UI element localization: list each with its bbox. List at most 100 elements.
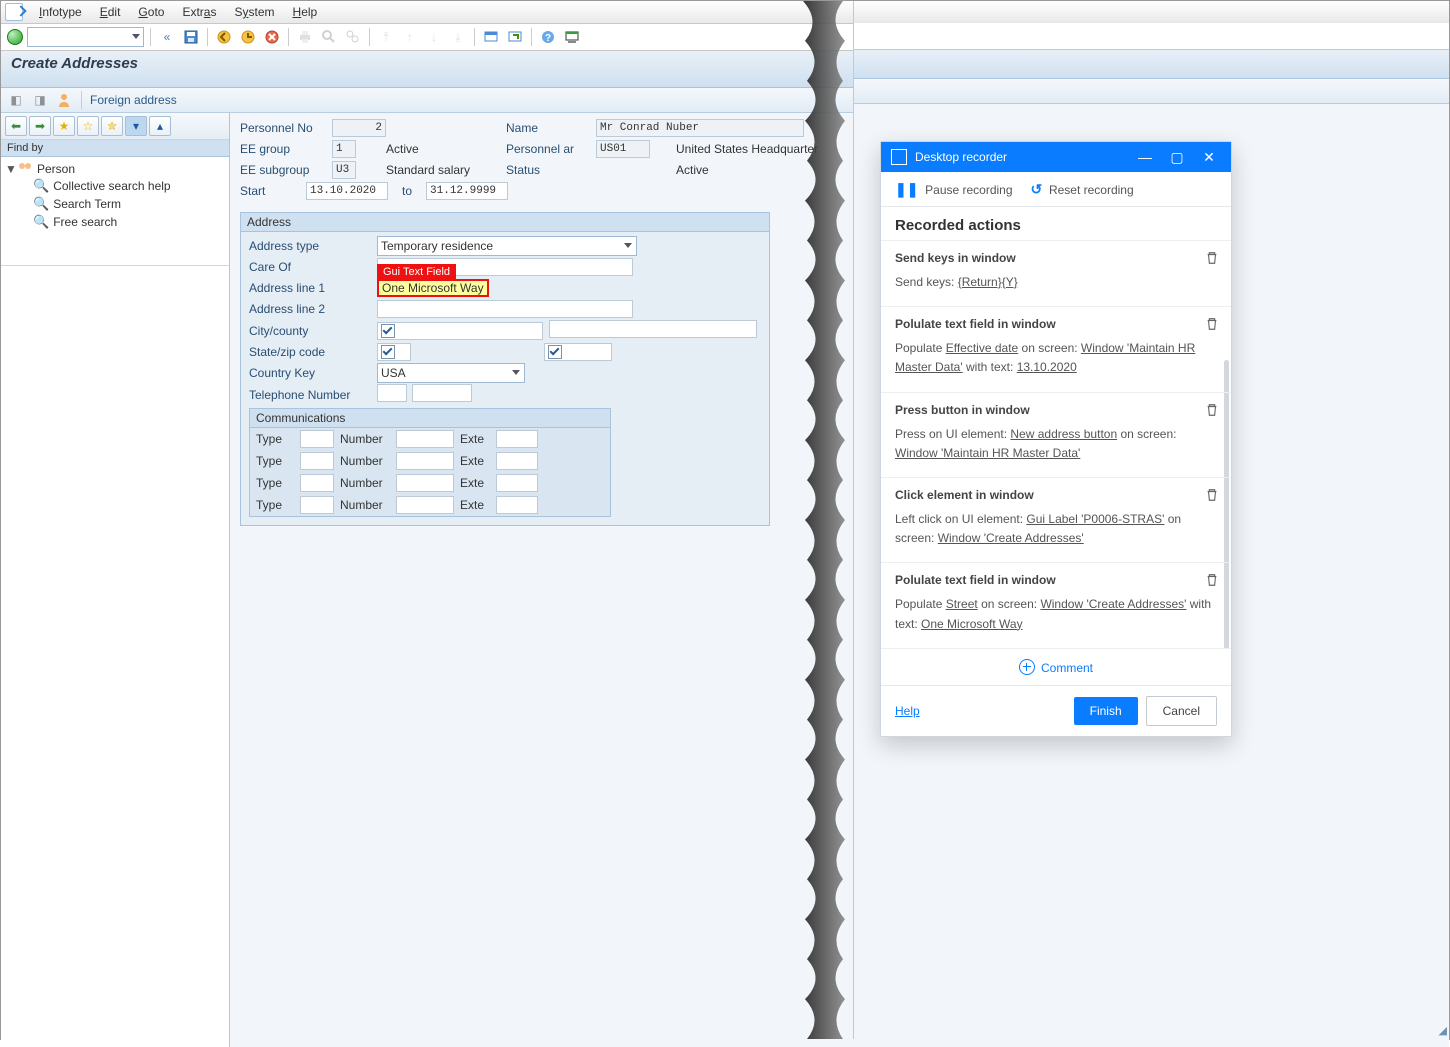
menu-extras[interactable]: Extras — [174, 3, 224, 21]
collapse-toggle-icon[interactable]: ▼ — [5, 162, 15, 176]
person-icon[interactable] — [55, 91, 73, 109]
zip-input[interactable] — [544, 343, 612, 361]
action-link[interactable]: Gui Label 'P0006-STRAS' — [1026, 512, 1164, 526]
prev-page-icon[interactable]: ↑ — [400, 27, 420, 47]
delete-action-button[interactable] — [1205, 488, 1219, 505]
find-next-icon[interactable] — [343, 27, 363, 47]
help-link[interactable]: Help — [895, 704, 920, 718]
exit-icon[interactable] — [238, 27, 258, 47]
action-link[interactable]: 13.10.2020 — [1017, 360, 1077, 374]
action-link[interactable]: One Microsoft Way — [921, 617, 1023, 631]
menu-infotype[interactable]: Infotype — [31, 3, 90, 21]
shortcut-icon[interactable] — [505, 27, 525, 47]
state-input[interactable] — [377, 343, 411, 361]
county-input[interactable] — [549, 320, 757, 338]
print-icon[interactable] — [295, 27, 315, 47]
tel-prefix-input[interactable] — [377, 384, 407, 402]
action-link[interactable]: Street — [946, 597, 978, 611]
comm-exte-input[interactable] — [496, 474, 538, 492]
comm-number-input[interactable] — [396, 496, 454, 514]
action-link[interactable]: Window 'Create Addresses' — [1040, 597, 1186, 611]
comm-row: TypeNumberExte — [250, 450, 610, 472]
action-link[interactable]: {Return}{Y} — [958, 275, 1018, 289]
nav-back-icon[interactable]: ⬅ — [5, 116, 27, 136]
comm-type-input[interactable] — [300, 430, 334, 448]
comm-type-input[interactable] — [300, 474, 334, 492]
comm-number-input[interactable] — [396, 452, 454, 470]
address-type-value: Temporary residence — [381, 239, 493, 253]
menu-goto[interactable]: Goto — [130, 3, 172, 21]
reset-icon[interactable]: ↺ — [1031, 181, 1043, 197]
action-link[interactable]: Window 'Create Addresses' — [938, 531, 1084, 545]
new-session-icon[interactable] — [481, 27, 501, 47]
fav-add-icon[interactable]: ★ — [53, 116, 75, 136]
comm-exte-label: Exte — [460, 432, 490, 446]
tree-search-term[interactable]: 🔍 Search Term — [5, 195, 225, 213]
help-icon[interactable]: ? — [538, 27, 558, 47]
foreign-address-link[interactable]: Foreign address — [90, 93, 177, 107]
action-link[interactable]: New address button — [1010, 427, 1117, 441]
resize-grip-icon[interactable]: ◢ — [1439, 1024, 1447, 1037]
find-icon[interactable] — [319, 27, 339, 47]
recorder-close-icon[interactable]: ✕ — [1197, 149, 1221, 166]
save-icon[interactable] — [181, 27, 201, 47]
last-page-icon[interactable]: ⤓ — [448, 27, 468, 47]
delete-action-button[interactable] — [1205, 251, 1219, 268]
pause-label[interactable]: Pause recording — [925, 183, 1012, 197]
ok-icon[interactable] — [7, 29, 23, 45]
command-field[interactable] — [27, 27, 144, 47]
tree-free-search[interactable]: 🔍 Free search — [5, 213, 225, 231]
next-record-icon[interactable]: ◨ — [31, 91, 49, 109]
address-type-select[interactable]: Temporary residence — [377, 236, 637, 256]
tree-person[interactable]: ▼ Person — [5, 161, 225, 177]
comm-exte-input[interactable] — [496, 452, 538, 470]
back-double-icon[interactable]: « — [157, 27, 177, 47]
tree-collective-search[interactable]: 🔍 Collective search help — [5, 177, 225, 195]
pause-icon[interactable]: ❚❚ — [895, 181, 918, 197]
end-input[interactable]: 31.12.9999 — [426, 182, 508, 200]
nav-fwd-icon[interactable]: ➡ — [29, 116, 51, 136]
comm-type-input[interactable] — [300, 452, 334, 470]
first-page-icon[interactable]: ⤒ — [376, 27, 396, 47]
delete-action-button[interactable] — [1205, 317, 1219, 334]
recorder-maximize-icon[interactable]: ▢ — [1165, 149, 1189, 166]
addr-line2-input[interactable] — [377, 300, 633, 318]
action-title: Press button in window — [895, 403, 1217, 417]
delete-action-button[interactable] — [1205, 573, 1219, 590]
prev-record-icon[interactable]: ◧ — [7, 91, 25, 109]
comm-number-input[interactable] — [396, 430, 454, 448]
start-input[interactable]: 13.10.2020 — [306, 182, 388, 200]
addr-line1-input[interactable]: One Microsoft Way — [377, 279, 489, 297]
field-tooltip: Gui Text Field — [377, 264, 456, 280]
comm-number-input[interactable] — [396, 474, 454, 492]
add-comment-button[interactable]: Comment — [881, 648, 1231, 685]
tel-number-input[interactable] — [412, 384, 472, 402]
action-link[interactable]: Effective date — [946, 341, 1019, 355]
address-group-title: Address — [241, 213, 769, 232]
action-body: Left click on UI element: Gui Label 'P00… — [895, 510, 1217, 548]
separator — [150, 28, 151, 46]
menu-help[interactable]: Help — [285, 3, 326, 21]
fav-list-icon[interactable]: ☆ — [77, 116, 99, 136]
collapse-icon[interactable]: ▾ — [125, 116, 147, 136]
cancel-button[interactable]: Cancel — [1146, 696, 1217, 726]
menu-system[interactable]: System — [226, 3, 282, 21]
menu-edit[interactable]: Edit — [92, 3, 129, 21]
back-icon[interactable] — [214, 27, 234, 47]
layout-icon[interactable] — [562, 27, 582, 47]
finish-button[interactable]: Finish — [1074, 697, 1138, 725]
fav-org-icon[interactable]: ✮ — [101, 116, 123, 136]
expand-icon[interactable]: ▴ — [149, 116, 171, 136]
next-page-icon[interactable]: ↓ — [424, 27, 444, 47]
delete-action-button[interactable] — [1205, 403, 1219, 420]
tree-label: Person — [37, 162, 75, 176]
city-input[interactable] — [377, 322, 543, 340]
recorder-minimize-icon[interactable]: — — [1133, 149, 1157, 165]
comm-exte-input[interactable] — [496, 496, 538, 514]
country-select[interactable]: USA — [377, 363, 525, 383]
action-link[interactable]: Window 'Maintain HR Master Data' — [895, 446, 1080, 460]
comm-exte-input[interactable] — [496, 430, 538, 448]
reset-label[interactable]: Reset recording — [1049, 183, 1134, 197]
cancel-icon[interactable] — [262, 27, 282, 47]
comm-type-input[interactable] — [300, 496, 334, 514]
